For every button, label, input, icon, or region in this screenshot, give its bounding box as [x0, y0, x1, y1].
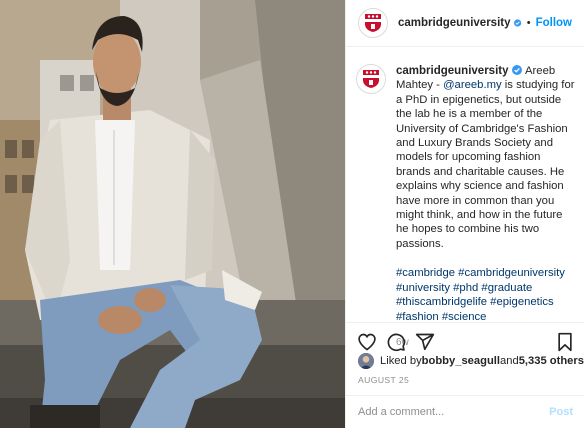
likes-summary: Liked by bobby_seagull and 5,335 others	[358, 353, 584, 369]
liker-username[interactable]: bobby_seagull	[422, 355, 500, 367]
cambridge-crest-icon	[363, 70, 379, 88]
share-icon[interactable]	[415, 332, 435, 352]
post-caption: cambridgeuniversity Areeb Mahtey - @aree…	[356, 64, 578, 350]
liker-avatar-image	[358, 353, 374, 369]
likes-middle: and	[500, 355, 519, 367]
caption-mention-link[interactable]: @areeb.my	[443, 79, 502, 91]
caption-hashtags[interactable]: #cambridge #cambridgeuniversity #univers…	[396, 266, 578, 324]
verified-badge-icon	[512, 65, 523, 75]
cambridge-crest-icon	[365, 14, 381, 32]
comment-box: Post	[346, 395, 584, 428]
photo-illustration	[0, 0, 345, 428]
follow-button[interactable]: Follow	[536, 17, 572, 29]
instagram-post: cambridgeuniversity • Follow cambridgeun…	[0, 0, 584, 428]
post-sidebar: cambridgeuniversity • Follow cambridgeun…	[345, 0, 584, 428]
caption-username[interactable]: cambridgeuniversity	[396, 65, 508, 77]
post-photo[interactable]	[0, 0, 345, 428]
comment-icon[interactable]	[386, 332, 406, 352]
likes-count[interactable]: 5,335 others	[519, 355, 584, 367]
post-comment-button[interactable]: Post	[549, 406, 573, 418]
account-username[interactable]: cambridgeuniversity	[398, 17, 510, 29]
comment-input[interactable]	[358, 406, 550, 418]
caption-avatar[interactable]	[356, 64, 386, 94]
verified-badge-icon	[514, 19, 522, 27]
bookmark-icon[interactable]	[555, 332, 575, 352]
caption-text-rest: is studying for a PhD in epigenetics, bu…	[396, 79, 575, 250]
post-date: AUGUST 25	[358, 375, 410, 385]
header-separator: •	[526, 17, 531, 29]
caption-body: cambridgeuniversity Areeb Mahtey - @aree…	[396, 64, 578, 350]
heart-icon[interactable]	[357, 332, 377, 352]
likes-prefix: Liked by	[380, 355, 422, 367]
post-header: cambridgeuniversity • Follow	[346, 0, 584, 47]
liker-avatar[interactable]	[358, 353, 374, 369]
account-avatar[interactable]	[358, 8, 388, 38]
